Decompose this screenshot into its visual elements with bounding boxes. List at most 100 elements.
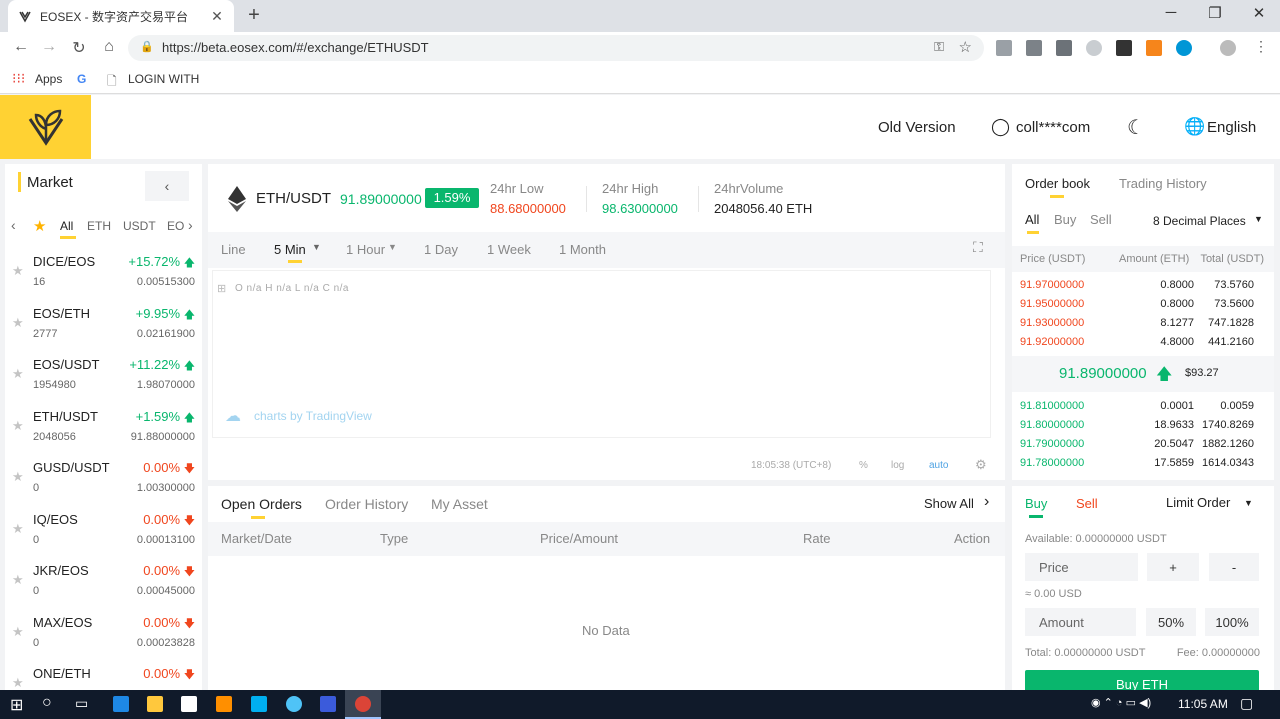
tab-order-history[interactable]: Order History — [325, 496, 408, 512]
search-icon[interactable]: ○ — [42, 694, 52, 712]
interval-1month[interactable]: 1 Month — [559, 242, 606, 257]
trade-buy-tab[interactable]: Buy — [1025, 496, 1047, 511]
interval-5min[interactable]: 5 Min — [274, 242, 306, 257]
chart-settings-icon[interactable]: ⚙ — [975, 457, 987, 473]
vlc-icon[interactable] — [216, 696, 232, 712]
market-row[interactable]: ★ MAX/EOS 0.00% 🡇 0 0.00023828 — [5, 609, 201, 660]
tab-scroll-right-icon[interactable]: › — [188, 217, 193, 233]
language-selector[interactable]: English — [1207, 119, 1256, 136]
price-plus-button[interactable]: + — [1147, 553, 1199, 581]
amount-input[interactable]: Amount — [1025, 608, 1136, 636]
user-account[interactable]: coll****com — [1016, 119, 1090, 136]
tab-eos[interactable]: EO — [167, 219, 184, 233]
decimal-places-select[interactable]: 8 Decimal Places — [1153, 214, 1246, 228]
favorite-star-icon[interactable]: ★ — [12, 624, 24, 640]
forward-button[interactable]: → — [38, 38, 60, 58]
home-button[interactable]: ⌂ — [98, 38, 120, 58]
bookmark-star-icon[interactable]: ☆ — [959, 38, 972, 56]
windows-start-icon[interactable]: ⊞ — [10, 695, 23, 715]
tab-usdt[interactable]: USDT — [123, 219, 156, 233]
minimize-button[interactable]: ─ — [1148, 4, 1194, 26]
chrome-taskbar-button[interactable] — [345, 690, 381, 719]
auto-toggle[interactable]: auto — [929, 460, 948, 471]
edge-icon[interactable] — [113, 696, 129, 712]
tab-all[interactable]: All — [60, 219, 73, 233]
price-input[interactable]: Price — [1025, 553, 1138, 581]
filter-all[interactable]: All — [1025, 212, 1039, 227]
close-window-button[interactable]: ✕ — [1236, 4, 1280, 26]
favorites-star-icon[interactable]: ★ — [33, 217, 46, 235]
market-row[interactable]: ★ DICE/EOS +15.72% 🡅 16 0.00515300 — [5, 248, 201, 299]
ask-row[interactable]: 91.92000000 4.8000 441.2160 — [1012, 333, 1264, 352]
new-tab-button[interactable]: + — [244, 4, 264, 28]
favorite-star-icon[interactable]: ★ — [12, 675, 24, 690]
google-icon[interactable]: G — [77, 72, 86, 86]
bid-row[interactable]: 91.78000000 17.5859 1614.0343 — [1012, 454, 1264, 473]
bid-row[interactable]: 91.80000000 18.9633 1740.8269 — [1012, 416, 1264, 435]
tray-icons[interactable]: ◉ ⌃ ◔ ▭ ◀) — [1091, 696, 1151, 709]
show-all-link[interactable]: Show All — [924, 496, 974, 511]
back-button[interactable]: ← — [10, 38, 32, 58]
store-icon[interactable] — [181, 696, 197, 712]
chrome-menu-icon[interactable]: ⋮ — [1250, 38, 1272, 58]
interval-1hour[interactable]: 1 Hour — [346, 242, 385, 257]
favorite-star-icon[interactable]: ★ — [12, 521, 24, 537]
tab-trading-history[interactable]: Trading History — [1119, 176, 1207, 191]
old-version-link[interactable]: Old Version — [878, 119, 956, 136]
extension-icon[interactable] — [1026, 40, 1042, 56]
extension-icon[interactable] — [996, 40, 1012, 56]
fifty-percent-button[interactable]: 50% — [1146, 608, 1196, 636]
extension-icon[interactable] — [1056, 40, 1072, 56]
filter-sell[interactable]: Sell — [1090, 212, 1112, 227]
ask-row[interactable]: 91.97000000 0.8000 73.5760 — [1012, 276, 1264, 295]
market-row[interactable]: ★ EOS/ETH +9.95% 🡅 2777 0.02161900 — [5, 300, 201, 351]
profile-avatar-icon[interactable] — [1220, 40, 1236, 56]
log-toggle[interactable]: log — [891, 460, 904, 471]
percent-toggle[interactable]: % — [859, 460, 868, 471]
favorite-star-icon[interactable]: ★ — [12, 572, 24, 588]
favorite-star-icon[interactable]: ★ — [12, 263, 24, 279]
favorite-star-icon[interactable]: ★ — [12, 366, 24, 382]
market-row[interactable]: ★ GUSD/USDT 0.00% 🡇 0 1.00300000 — [5, 454, 201, 505]
skype-icon[interactable] — [251, 696, 267, 712]
favorite-star-icon[interactable]: ★ — [12, 469, 24, 485]
order-type-select[interactable]: Limit Order — [1166, 495, 1230, 510]
favorite-star-icon[interactable]: ★ — [12, 418, 24, 434]
trade-sell-tab[interactable]: Sell — [1076, 496, 1098, 511]
interval-1week[interactable]: 1 Week — [487, 242, 531, 257]
apps-grid-icon[interactable]: ⁝⁝⁝ — [12, 70, 25, 87]
expand-legend-icon[interactable]: ⊞ — [217, 282, 226, 295]
tab-eth[interactable]: ETH — [87, 219, 111, 233]
bluetooth-icon[interactable] — [320, 696, 336, 712]
market-row[interactable]: ★ JKR/EOS 0.00% 🡇 0 0.00045000 — [5, 557, 201, 608]
filter-buy[interactable]: Buy — [1054, 212, 1076, 227]
market-row[interactable]: ★ ETH/USDT +1.59% 🡅 2048056 91.88000000 — [5, 403, 201, 454]
tab-scroll-left-icon[interactable]: ‹ — [11, 217, 16, 233]
tab-order-book[interactable]: Order book — [1025, 176, 1090, 191]
interval-line[interactable]: Line — [221, 242, 246, 257]
file-explorer-icon[interactable] — [147, 696, 163, 712]
fullscreen-icon[interactable]: ⛶ — [973, 239, 983, 256]
extension-icon[interactable] — [1086, 40, 1102, 56]
market-row[interactable]: ★ IQ/EOS 0.00% 🡇 0 0.00013100 — [5, 506, 201, 557]
browser-tab[interactable]: EOSEX - 数字资产交易平台 ✕ — [8, 0, 234, 32]
hp-icon[interactable] — [1176, 40, 1192, 56]
maximize-button[interactable]: ❐ — [1192, 4, 1238, 26]
bid-row[interactable]: 91.81000000 0.0001 0.0059 — [1012, 397, 1264, 416]
tab-my-asset[interactable]: My Asset — [431, 496, 488, 512]
omnibox[interactable]: 🔒 https://beta.eosex.com/#/exchange/ETHU… — [128, 35, 984, 61]
extension-icon[interactable] — [1116, 40, 1132, 56]
notifications-icon[interactable]: ▢ — [1240, 695, 1253, 712]
collapse-market-button[interactable]: ‹ — [145, 171, 189, 201]
favorite-star-icon[interactable]: ★ — [12, 315, 24, 331]
tab-open-orders[interactable]: Open Orders — [221, 496, 302, 512]
ask-row[interactable]: 91.93000000 8.1277 747.1828 — [1012, 314, 1264, 333]
dark-mode-icon[interactable]: ☾ — [1127, 115, 1145, 140]
market-row[interactable]: ★ ONE/ETH 0.00% 🡇 — [5, 660, 201, 690]
eosex-logo[interactable] — [0, 95, 91, 159]
ask-row[interactable]: 91.95000000 0.8000 73.5600 — [1012, 295, 1264, 314]
chart-area[interactable]: ⊞ O n/a H n/a L n/a C n/a ☁ charts by Tr… — [212, 270, 991, 438]
tradingview-credit[interactable]: charts by TradingView — [254, 409, 372, 423]
key-icon[interactable]: ⚿ — [934, 39, 944, 55]
bid-row[interactable]: 91.79000000 20.5047 1882.1260 — [1012, 435, 1264, 454]
